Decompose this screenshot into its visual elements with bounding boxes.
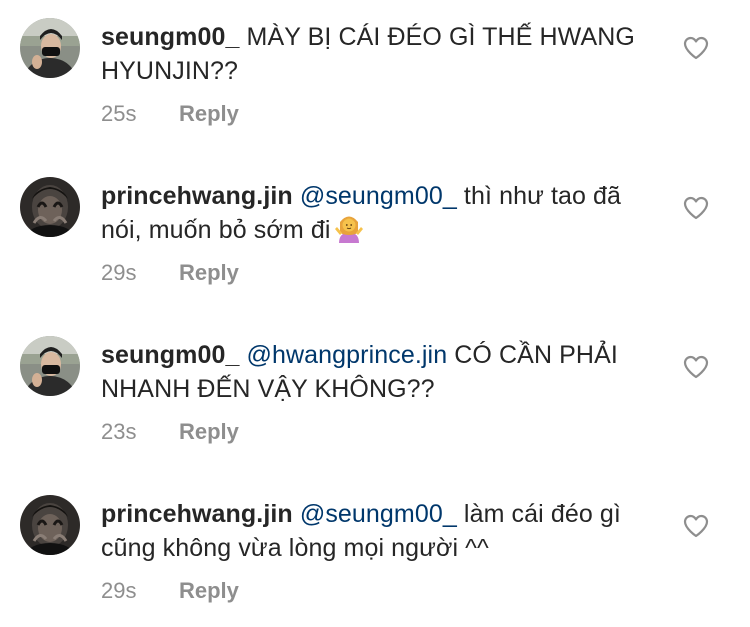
- comment-text: princehwang.jin @seungm00_ làm cái đéo g…: [101, 497, 661, 565]
- comment-timestamp: 29s: [101, 260, 137, 285]
- heart-outline-icon[interactable]: [683, 355, 709, 379]
- avatar[interactable]: [20, 177, 80, 237]
- comment-meta: 29s Reply: [101, 578, 239, 604]
- comment-text: seungm00_ MÀY BỊ CÁI ĐÉO GÌ THẾ HWANG HY…: [101, 20, 661, 88]
- heart-outline-icon[interactable]: [683, 36, 709, 60]
- avatar[interactable]: [20, 336, 80, 396]
- comment-meta: 29s Reply: [101, 260, 239, 286]
- avatar[interactable]: [20, 18, 80, 78]
- comment-timestamp: 23s: [101, 419, 137, 444]
- comment-text: princehwang.jin @seungm00_ thì như tao đ…: [101, 179, 661, 247]
- comment-mention[interactable]: @hwangprince.jin: [247, 341, 448, 369]
- comment-item: seungm00_ MÀY BỊ CÁI ĐÉO GÌ THẾ HWANG HY…: [0, 0, 750, 150]
- comment-mention[interactable]: @seungm00_: [300, 500, 457, 528]
- comment-username[interactable]: princehwang.jin: [101, 182, 293, 210]
- person-shrugging-emoji: [334, 216, 363, 243]
- heart-outline-icon[interactable]: [683, 196, 709, 220]
- comment-meta: 23s Reply: [101, 419, 239, 445]
- comment-username[interactable]: seungm00_: [101, 341, 239, 369]
- comment-username[interactable]: princehwang.jin: [101, 500, 293, 528]
- comment-meta: 25s Reply: [101, 101, 239, 127]
- comment-username[interactable]: seungm00_: [101, 23, 239, 51]
- reply-button[interactable]: Reply: [179, 419, 239, 444]
- heart-outline-icon[interactable]: [683, 514, 709, 538]
- comment-timestamp: 29s: [101, 578, 137, 603]
- comment-item: seungm00_ @hwangprince.jin CÓ CẦN PHẢI N…: [0, 318, 750, 468]
- comment-item: princehwang.jin @seungm00_ làm cái đéo g…: [0, 477, 750, 627]
- reply-button[interactable]: Reply: [179, 260, 239, 285]
- comment-item: princehwang.jin @seungm00_ thì như tao đ…: [0, 159, 750, 309]
- comment-mention[interactable]: @seungm00_: [300, 182, 457, 210]
- comment-timestamp: 25s: [101, 101, 137, 126]
- reply-button[interactable]: Reply: [179, 578, 239, 603]
- comment-text: seungm00_ @hwangprince.jin CÓ CẦN PHẢI N…: [101, 338, 661, 406]
- avatar[interactable]: [20, 495, 80, 555]
- reply-button[interactable]: Reply: [179, 101, 239, 126]
